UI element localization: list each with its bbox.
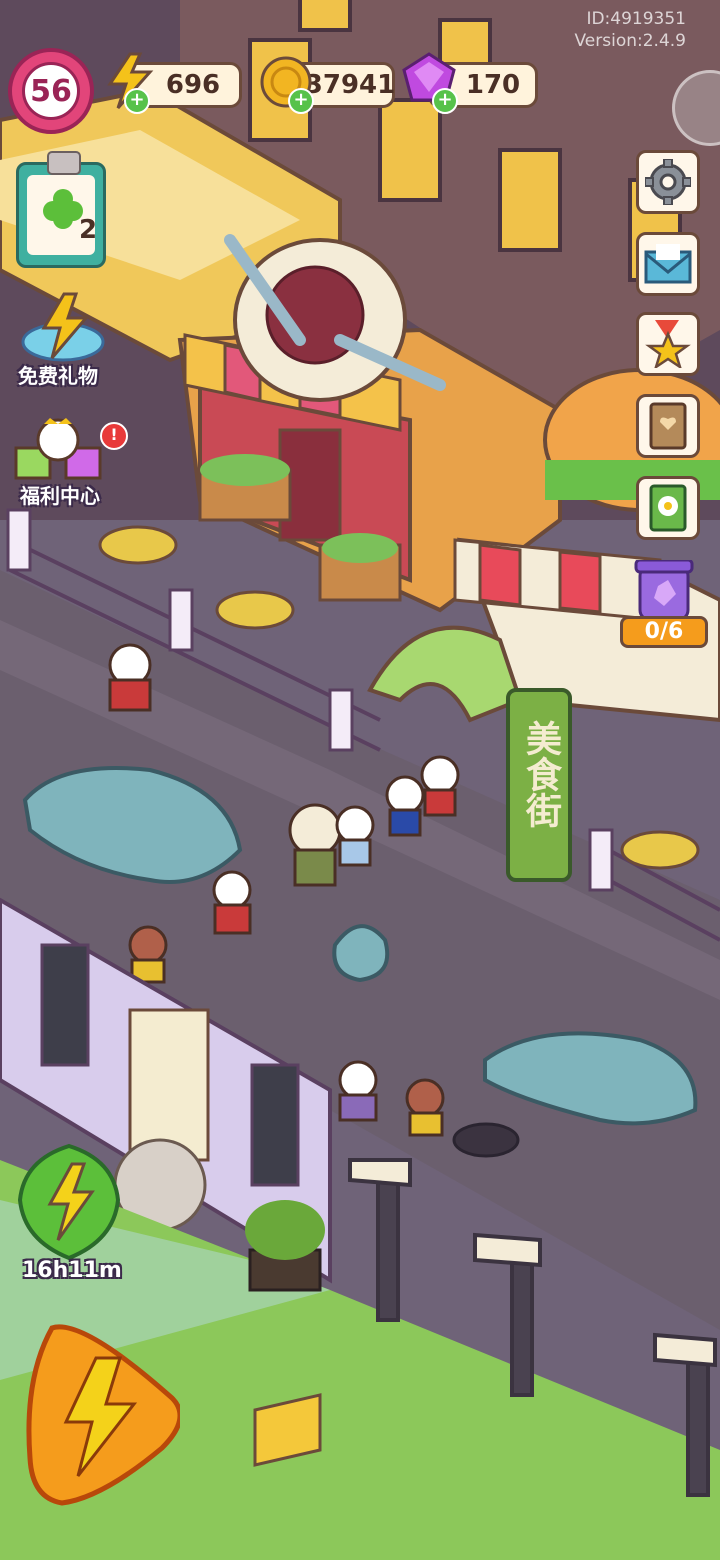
medal-icon <box>645 320 691 368</box>
collection-jar-button[interactable]: 0/6 <box>618 560 710 650</box>
recipe-book-button[interactable] <box>636 394 700 458</box>
clip-icon <box>47 151 81 175</box>
orange-lightning-icon <box>26 1324 183 1506</box>
welfare-center-button[interactable]: ! 福利中心 <box>6 418 128 508</box>
welfare-gift-icon <box>14 418 102 480</box>
player-id-text: ID:4919351 <box>586 9 686 29</box>
energy-boost-button[interactable]: 16h11m <box>14 1140 124 1290</box>
coin-value: 37941 <box>304 70 396 100</box>
gem-value: 170 <box>465 70 521 100</box>
boost-timer: 16h11m <box>22 1258 122 1283</box>
album-button[interactable] <box>636 476 700 540</box>
book-icon <box>649 402 687 450</box>
quest-clipboard-button[interactable]: 2 <box>16 151 106 268</box>
add-gems-button[interactable]: + <box>432 88 458 114</box>
quest-count: 2 <box>79 215 98 245</box>
album-icon <box>649 484 687 532</box>
main-action-button[interactable] <box>22 1318 183 1508</box>
mail-icon <box>644 244 692 284</box>
gear-icon <box>645 159 691 205</box>
food-street-sign-text: 美食街 <box>520 720 561 828</box>
level-number: 56 <box>22 62 80 120</box>
add-coins-button[interactable]: + <box>288 88 314 114</box>
jar-icon <box>634 560 694 622</box>
version-text: Version:2.4.9 <box>574 31 687 51</box>
free-gift-label: 免费礼物 <box>18 364 98 388</box>
energy-value: 696 <box>165 70 221 100</box>
mail-button[interactable] <box>636 232 700 296</box>
green-lightning-icon <box>17 1143 121 1261</box>
add-energy-button[interactable]: + <box>124 88 150 114</box>
build-info: ID:4919351 Version:2.4.9 <box>575 8 687 52</box>
jar-progress: 0/6 <box>620 616 708 648</box>
free-gift-button[interactable]: 免费礼物 <box>6 288 116 398</box>
welfare-alert-badge: ! <box>100 422 128 450</box>
energy-gift-icon <box>21 292 105 362</box>
achievements-button[interactable] <box>636 312 700 376</box>
welfare-label: 福利中心 <box>20 484 100 508</box>
level-badge[interactable]: 56 <box>8 48 94 134</box>
settings-button[interactable] <box>636 150 700 214</box>
